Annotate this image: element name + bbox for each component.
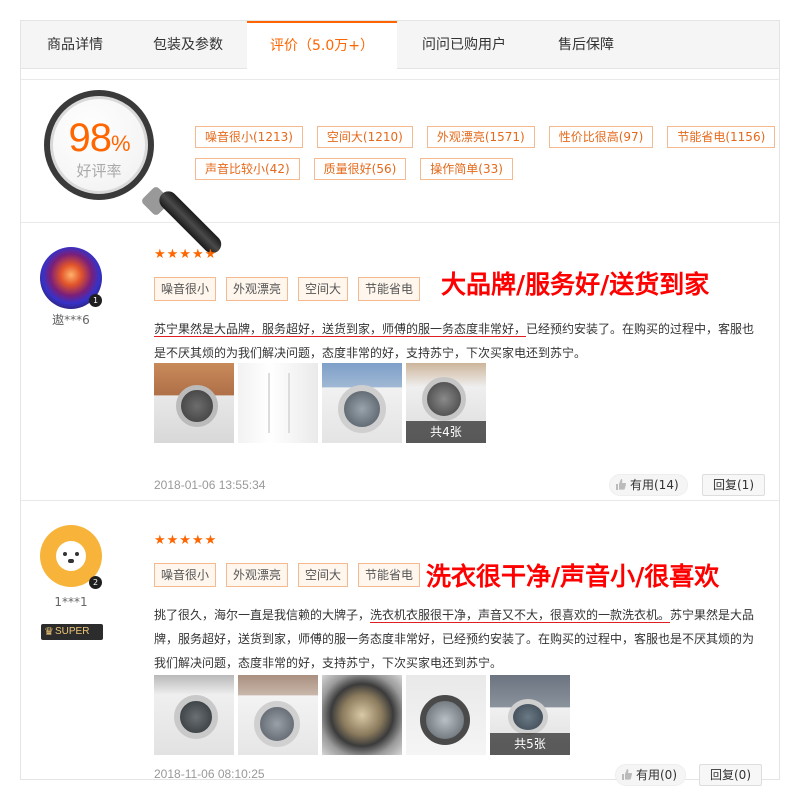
review-tag: 节能省电 [358,277,421,301]
review-panel: 商品详情 包装及参数 评价（5.0万+） 问问已购用户 售后保障 98% 好评率… [20,20,780,786]
lion-eye [75,552,79,556]
review-photo[interactable] [238,363,318,443]
review-photo[interactable] [154,675,234,755]
summary-tag-list: 噪音很小(1213) 空间大(1210) 外观漂亮(1571) 性价比很高(97… [195,126,776,190]
tab-after-sales[interactable]: 售后保障 [531,21,641,69]
vip-level-badge: 1 [89,294,102,307]
reply-button[interactable]: 回复(0) [699,764,762,786]
positive-rate-lens: 98% 好评率 [44,90,154,200]
summary-tag-quality[interactable]: 质量很好(56) [313,158,407,180]
rate-percent-sign: % [110,131,131,156]
tab-ask-buyers[interactable]: 问问已购用户 [397,21,531,69]
highlight-caption: 洗衣很干净/声音小/很喜欢 [426,562,720,591]
lion-eye [63,552,67,556]
review-date: 2018-01-06 13:55:34 [154,478,266,492]
photo-count-label: 共4张 [406,421,486,443]
tab-bar: 商品详情 包装及参数 评价（5.0万+） 问问已购用户 售后保障 [21,21,779,70]
review-tag-list: 噪音很小 外观漂亮 空间大 节能省电 [154,277,421,301]
star-rating: ★★★★★ [154,247,218,262]
useful-button[interactable]: 有用(0) [615,764,686,786]
summary-tag-row: 声音比较小(42) 质量很好(56) 操作简单(33) [195,158,765,180]
positive-rate-value: 98% [50,116,148,161]
review-photo[interactable] [154,363,234,443]
review-item: 1 遨***6 ★★★★★ 噪音很小 外观漂亮 空间大 节能省电 大品牌/服务好… [21,223,779,501]
useful-count: 有用(14) [630,478,679,492]
tab-product-details[interactable]: 商品详情 [21,21,129,69]
summary-tag-quiet[interactable]: 噪音很小(1213) [195,126,303,148]
photo-count-label: 共5张 [490,733,570,755]
review-text: 苏宁果然是大品牌，服务超好，送货到家，师傅的服一务态度非常好，已经预约安装了。在… [154,317,764,365]
super-badge-label: SUPER [55,626,90,637]
review-tag: 节能省电 [358,563,421,587]
review-photo[interactable] [322,363,402,443]
review-photo-list: 共5张 [154,675,570,755]
highlight-caption: 大品牌/服务好/送货到家 [441,270,710,299]
review-tag: 噪音很小 [154,277,217,301]
summary-tag-easy[interactable]: 操作简单(33) [420,158,513,180]
summary-tag-energy[interactable]: 节能省电(1156) [667,126,776,148]
review-text-intro: 挑了很久，海尔一直是我信赖的大牌子， [154,608,371,622]
summary-tag-spacious[interactable]: 空间大(1210) [316,126,413,148]
reviewer-name: 1***1 [54,595,88,609]
review-photo[interactable] [238,675,318,755]
thumbs-up-icon [616,479,626,490]
review-photo[interactable] [406,675,486,755]
super-member-badge: SUPER [41,624,103,640]
tab-packaging-specs[interactable]: 包装及参数 [129,21,247,69]
review-photo[interactable] [322,675,402,755]
star-rating: ★★★★★ [154,533,218,548]
review-tag: 空间大 [298,563,349,587]
review-photo[interactable]: 共4张 [406,363,486,443]
positive-rate-label: 好评率 [76,162,122,180]
review-tag: 噪音很小 [154,563,217,587]
reply-button[interactable]: 回复(1) [702,474,765,496]
review-tag: 外观漂亮 [226,277,289,301]
rating-summary: 98% 好评率 噪音很小(1213) 空间大(1210) 外观漂亮(1571) … [21,79,779,257]
review-tag: 空间大 [298,277,349,301]
review-photo[interactable]: 共5张 [490,675,570,755]
lion-face [56,541,86,571]
review-tag-list: 噪音很小 外观漂亮 空间大 节能省电 [154,563,421,587]
tab-reviews[interactable]: 评价（5.0万+） [247,21,397,70]
review-text-highlight: 洗衣机衣服很干净，声音又不大，很喜欢的一款洗衣机。 [370,608,671,623]
review-date: 2018-11-06 08:10:25 [154,767,265,781]
review-photo-list: 共4张 [154,363,486,443]
summary-tag-value[interactable]: 性价比很高(97) [548,126,654,148]
summary-tag-looks[interactable]: 外观漂亮(1571) [426,126,535,148]
reviewer-name: 遨***6 [52,313,90,327]
vip-level-badge: 2 [89,576,102,589]
review-text: 挑了很久，海尔一直是我信赖的大牌子，洗衣机衣服很干净，声音又不大，很喜欢的一款洗… [154,603,764,675]
thumbs-up-icon [622,769,632,780]
useful-button[interactable]: 有用(14) [609,474,688,496]
useful-count: 有用(0) [636,768,677,782]
summary-tag-row: 噪音很小(1213) 空间大(1210) 外观漂亮(1571) 性价比很高(97… [195,126,776,148]
lion-nose [68,559,74,563]
review-text-highlight: 苏宁果然是大品牌，服务超好，送货到家，师傅的服一务态度非常好， [154,322,527,337]
review-item: 2 1***1 SUPER ★★★★★ 噪音很小 外观漂亮 空间大 节能省电 洗… [21,501,779,786]
review-tag: 外观漂亮 [226,563,289,587]
summary-tag-low-sound[interactable]: 声音比较小(42) [195,158,300,180]
rate-number: 98 [68,116,111,160]
